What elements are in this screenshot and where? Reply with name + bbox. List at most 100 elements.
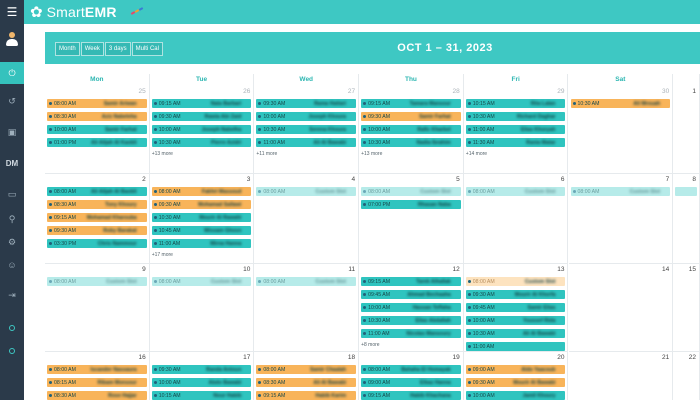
appointment-event[interactable]: 10:00 AM Joseph Nabelha — [151, 125, 252, 134]
calendar-day-cell[interactable]: 18 08:00 AM Samir Chaalah 08:30 AM Ali Al Ba… — [254, 352, 360, 400]
calendar-day-cell[interactable]: 11 08:00 AM Custom Slot — [254, 264, 360, 352]
calendar-day-cell[interactable]: 4 08:00 AM Custom Slot — [254, 174, 360, 264]
appointment-event[interactable]: 10:00 AM Abdo Bawabi — [151, 378, 252, 387]
more-events-link[interactable]: +17 more — [152, 252, 173, 258]
appointment-event[interactable]: 08:00 AM Samir Ariwan — [47, 99, 147, 108]
appointment-event[interactable]: 03:30 PM Chris Nammour — [47, 239, 147, 248]
appointment-event[interactable]: 09:30 AM Rawia Abi Zaid — [151, 112, 252, 121]
calendar-day-cell[interactable]: 22 — [673, 352, 700, 400]
appointment-event[interactable]: 10:30 AM Ali Mrouah — [570, 99, 671, 108]
appointment-event[interactable] — [675, 187, 697, 196]
appointment-event[interactable]: 10:00 AM Rafic Kharbel — [361, 125, 461, 134]
appointment-event[interactable]: 10:30 AM Mourir Al Rawahi — [151, 213, 252, 222]
user-icon[interactable]: ☺ — [0, 258, 24, 272]
logout-icon[interactable]: ⇥ — [0, 288, 24, 302]
calendar-day-cell[interactable]: 2 08:00 AM Ali Alijah Al Baobli 08:30 AM Ton… — [45, 174, 150, 264]
appointment-event[interactable]: 11:00 AM Nicolas Mansoury — [361, 329, 461, 338]
appointment-event[interactable]: 09:15 AM Habib Khachana — [361, 391, 461, 400]
view-week-button[interactable]: Week — [80, 42, 104, 56]
appointment-event[interactable]: 10:45 AM Wissam Ghosn — [151, 226, 252, 235]
appointment-event[interactable]: 09:15 AM Tarek Alhallak — [361, 277, 461, 286]
appointment-event[interactable]: 08:00 AM Samir Chaalah — [256, 365, 357, 374]
briefcase-icon[interactable]: ▣ — [0, 125, 24, 139]
appointment-event[interactable]: 09:30 AM Roby Barakat — [47, 226, 147, 235]
appointment-event[interactable]: 09:30 AM Rama Hattari — [256, 99, 357, 108]
appointment-event[interactable]: 10:00 AM Samir Farhat — [47, 125, 147, 134]
appointment-event[interactable]: 10:15 AM Rita Lalan — [465, 99, 566, 108]
appointment-event[interactable]: 08:00 AM Iscander Nassaura — [47, 365, 147, 374]
appointment-event[interactable]: 09:00 AM Elbaz Hanna — [361, 378, 461, 387]
circle-icon[interactable] — [0, 344, 24, 358]
calendar-day-cell[interactable]: 20 09:00 AM Aldo Yaacoub 09:30 AM Mourir Al … — [464, 352, 569, 400]
appointment-event[interactable]: 09:15 AM Tamara Mansour — [361, 99, 461, 108]
appointment-event[interactable]: 08:00 AM Custom Slot — [256, 187, 357, 196]
appointment-event[interactable]: 09:45 AM Ahmad Bechaaha — [361, 290, 461, 299]
calendar-day-cell[interactable]: 9 08:00 AM Custom Slot — [45, 264, 150, 352]
calendar-day-cell[interactable]: 14 — [568, 264, 674, 352]
appointment-event[interactable]: 08:00 AM Custom Slot — [465, 187, 566, 196]
appointment-event[interactable]: 11:00 AM Ali Al Bawabi — [256, 138, 357, 147]
wallet-icon[interactable]: ▭ — [0, 187, 24, 201]
appointment-event[interactable]: 09:30 AM Samir Farhat — [361, 112, 461, 121]
appointment-event[interactable]: 08:00 AM Custom Slot — [151, 277, 252, 286]
calendar-day-cell[interactable]: 28 09:15 AM Tamara Mansour 09:30 AM Samir Fa… — [359, 86, 464, 174]
calendar-day-cell[interactable]: 6 08:00 AM Custom Slot — [463, 174, 569, 264]
view-3days-button[interactable]: 3 days — [104, 42, 131, 56]
appointment-event[interactable]: 10:00 AM Youssef Rida — [465, 316, 566, 325]
appointment-event[interactable]: 11:00 AM Mirna Hanna — [151, 239, 252, 248]
appointment-event[interactable]: 08:00 AM Custom Slot — [465, 277, 566, 286]
calendar-day-cell[interactable]: 27 09:30 AM Rama Hattari 10:00 AM Joseph Kho… — [254, 86, 360, 174]
calendar-day-cell[interactable]: 21 — [569, 352, 674, 400]
sidebar-item-dm[interactable]: DM — [0, 156, 24, 170]
calendar-day-cell[interactable]: 17 09:30 AM Randa Antoun 10:00 AM Abdo Bawab… — [150, 352, 255, 400]
appointment-event[interactable]: 11:00 AM Elias Khoryah — [465, 125, 566, 134]
appointment-event[interactable]: 10:30 AM Pierre Azidri — [151, 138, 252, 147]
appointment-event[interactable]: 10:30 AM Richard Daghar — [465, 112, 566, 121]
filter-icon[interactable]: ⚲ — [0, 212, 24, 226]
appointment-event[interactable]: 09:30 AM Randa Antoun — [151, 365, 252, 374]
appointment-event[interactable]: 09:30 AM Mohamad Sallawi — [151, 200, 252, 209]
appointment-event[interactable]: 10:30 AM Nadia Ibrahim — [361, 138, 461, 147]
appointment-event[interactable]: 10:00 AM Hassan Teffaha — [361, 303, 461, 312]
hamburger-menu-icon[interactable]: ☰ — [0, 0, 24, 24]
appointment-event[interactable]: 08:30 AM Rose Hajjar — [47, 391, 147, 400]
calendar-day-cell[interactable]: 13 08:00 AM Custom Slot 09:30 AM Mourir Al K… — [463, 264, 569, 352]
appointment-event[interactable]: 08:00 AM Custom Slot — [47, 277, 147, 286]
view-multi-cal-button[interactable]: Multi Cal — [131, 42, 163, 56]
appointment-event[interactable]: 09:30 AM Mourir Al Bawabi — [465, 378, 566, 387]
appointment-event[interactable]: 10:00 AM Joseph Khoura — [256, 112, 357, 121]
calendar-day-cell[interactable]: 7 08:00 AM Custom Slot — [568, 174, 674, 264]
appointment-event[interactable]: 08:15 AM Ribam Monsour — [47, 378, 147, 387]
avatar-icon[interactable] — [6, 32, 18, 46]
calendar-day-cell[interactable]: 25 08:00 AM Samir Ariwan 08:30 AM Aziz Nabel… — [45, 86, 150, 174]
calendar-day-cell[interactable]: 15 — [673, 264, 700, 352]
appointment-event[interactable]: 01:00 PM Ali Alijah Al Kaobli — [47, 138, 147, 147]
appointment-event[interactable]: 08:30 AM Aziz Nabeleha — [47, 112, 147, 121]
appointment-event[interactable]: 08:00 AM Bahaha El Homayak — [361, 365, 461, 374]
appointment-event[interactable]: 08:00 AM Custom Slot — [256, 277, 357, 286]
more-events-link[interactable]: +13 more — [361, 151, 382, 157]
calendar-day-cell[interactable]: 29 10:15 AM Rita Lalan 10:30 AM Richard Dagh… — [463, 86, 569, 174]
appointment-event[interactable]: 08:30 AM Tony Khoury — [47, 200, 147, 209]
appointment-event[interactable]: 09:15 AM Nala Barbari — [151, 99, 252, 108]
appointment-event[interactable]: 08:00 AM Custom Slot — [570, 187, 671, 196]
history-icon[interactable]: ↺ — [0, 94, 24, 108]
appointment-event[interactable]: 08:30 AM Ali Al Bawabi — [256, 378, 357, 387]
calendar-day-cell[interactable]: 12 09:15 AM Tarek Alhallak 09:45 AM Ahmad Be… — [359, 264, 464, 352]
calendar-day-cell[interactable]: 16 08:00 AM Iscander Nassaura 08:15 AM Ribam… — [45, 352, 150, 400]
appointment-event[interactable]: 08:00 AM Ali Alijah Al Baobli — [47, 187, 147, 196]
appointment-event[interactable]: 10:30 AM Elias Abdallah — [361, 316, 461, 325]
power-icon[interactable]: ⏻ — [0, 62, 24, 84]
brand-logo[interactable]: ✿ SmartEMR — [30, 4, 117, 20]
calendar-day-cell[interactable]: 3 08:00 AM Fakhri Massoud 09:30 AM Mohamad S… — [149, 174, 255, 264]
calendar-day-cell[interactable]: 5 08:00 AM Custom Slot 07:00 PM Rhasan Naba — [359, 174, 464, 264]
appointment-event[interactable]: 10:15 AM Nour Habib — [151, 391, 252, 400]
appointment-event[interactable]: 09:15 AM Mohamad Kharouba — [47, 213, 147, 222]
more-events-link[interactable]: +13 more — [152, 151, 173, 157]
appointment-event[interactable]: 09:30 AM Mourir Al Khorfa — [465, 290, 566, 299]
appointment-event[interactable]: 09:45 AM Samir Elias — [465, 303, 566, 312]
calendar-day-cell[interactable]: 1 — [673, 86, 700, 174]
calendar-day-cell[interactable]: 8 — [673, 174, 700, 264]
appointment-event[interactable]: 10:00 AM Jamil Khoury — [465, 391, 566, 400]
appointment-event[interactable]: 07:00 PM Rhasan Naba — [361, 200, 461, 209]
